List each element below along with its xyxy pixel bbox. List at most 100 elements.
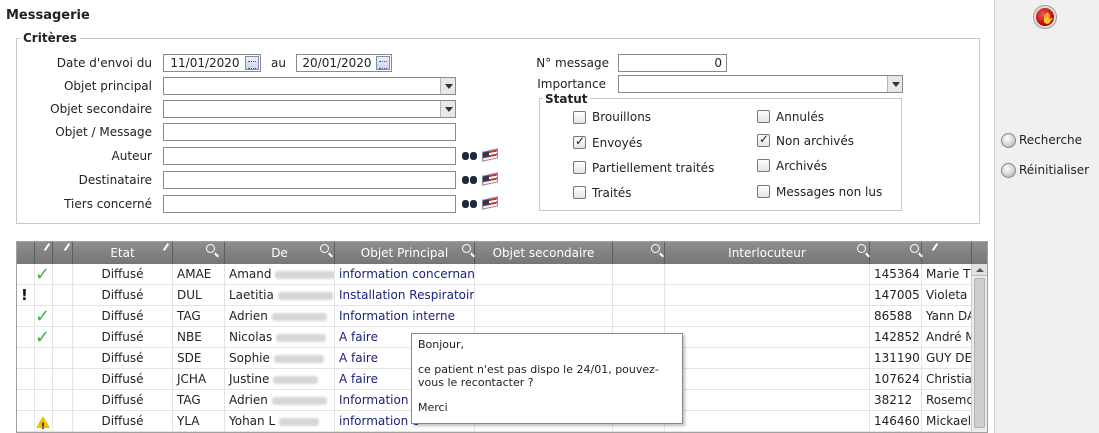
traites-checkbox[interactable]: [573, 186, 586, 199]
icon-cell: ✓: [35, 306, 53, 327]
calendar-icon[interactable]: [245, 56, 259, 70]
objet-cell[interactable]: Information interne: [335, 306, 475, 327]
tiers-cell: Yann DA: [922, 306, 972, 327]
de-cell: Justine: [225, 369, 335, 390]
date-from-value: 11/01/2020: [170, 56, 240, 70]
header-interlocuteur[interactable]: Interlocuteur: [665, 242, 870, 264]
interlocuteur-cell: [665, 348, 870, 369]
search-icon[interactable]: [320, 244, 329, 253]
interlocuteur-cell: [665, 285, 870, 306]
num-message-input[interactable]: 0: [618, 54, 727, 72]
envoyes-label: Envoyés: [592, 136, 643, 150]
importance-cell: [17, 306, 35, 327]
header-objet-secondaire-label: Objet secondaire: [492, 246, 595, 260]
header-col-icon[interactable]: [35, 242, 53, 264]
date-to-field[interactable]: 20/01/2020: [296, 54, 392, 72]
header-tiers[interactable]: [922, 242, 972, 264]
page-title: Messagerie: [6, 8, 90, 23]
code-cell: AMAE: [173, 264, 225, 285]
header-col-flag[interactable]: [53, 242, 73, 264]
objet-principal-select[interactable]: [163, 77, 456, 95]
importance-cell: [17, 390, 35, 411]
partiellement-checkbox[interactable]: [573, 161, 586, 174]
de-cell: Amand: [225, 264, 335, 285]
date-to-value: 20/01/2020: [302, 56, 372, 70]
scroll-thumb[interactable]: [974, 278, 985, 428]
header-de[interactable]: De: [225, 242, 335, 264]
etat-cell: Diffusé: [73, 306, 173, 327]
search-icon[interactable]: [462, 244, 471, 253]
binoculars-icon[interactable]: [462, 173, 478, 185]
pin-icon[interactable]: [63, 243, 71, 251]
flag-cell: [53, 327, 73, 348]
stop-hand-icon[interactable]: ✋: [1034, 6, 1056, 28]
tiers-input[interactable]: [163, 195, 456, 213]
importance-select[interactable]: [618, 75, 903, 93]
objet-cell[interactable]: information concernant: [335, 264, 475, 285]
redacted-text: [271, 312, 327, 321]
recherche-label: Recherche: [1019, 133, 1083, 147]
main-panel: Messagerie Critères Date d'envoi du 11/0…: [0, 0, 994, 433]
date-from-field[interactable]: 11/01/2020: [163, 54, 261, 72]
redacted-text: [275, 270, 334, 279]
code-cell: YLA: [173, 411, 225, 432]
code-cell: TAG: [173, 306, 225, 327]
header-code[interactable]: [173, 242, 225, 264]
search-icon[interactable]: [651, 244, 660, 253]
icon-cell: [35, 411, 53, 432]
destinataire-input[interactable]: [163, 171, 456, 189]
header-objet-principal[interactable]: Objet Principal: [335, 242, 475, 264]
pin-icon[interactable]: [43, 243, 51, 251]
pin-icon[interactable]: [162, 243, 170, 251]
chevron-down-icon[interactable]: [440, 101, 455, 117]
objet-cell[interactable]: Installation Respiratoire: [335, 285, 475, 306]
header-etat[interactable]: Etat: [73, 242, 173, 264]
annules-label: Annulés: [776, 110, 824, 124]
de-cell: Sophie: [225, 348, 335, 369]
binoculars-icon[interactable]: [462, 197, 478, 209]
header-num[interactable]: [870, 242, 922, 264]
table-row[interactable]: ✓ Diffusé TAG Adrien Information interne…: [17, 306, 972, 327]
objet-secondaire-select[interactable]: [163, 100, 456, 118]
chevron-down-icon[interactable]: [440, 78, 455, 94]
annules-checkbox[interactable]: [757, 110, 770, 123]
check-icon: ✓: [35, 306, 51, 327]
destinataire-label: Destinataire: [78, 173, 152, 187]
search-icon[interactable]: [206, 244, 215, 253]
vertical-scrollbar[interactable]: [971, 264, 987, 432]
search-icon[interactable]: [910, 244, 919, 253]
redacted-text: [271, 396, 327, 405]
archives-checkbox[interactable]: [757, 159, 770, 172]
auteur-input[interactable]: [163, 147, 456, 165]
chevron-down-icon[interactable]: [887, 76, 902, 92]
scroll-up-icon[interactable]: [972, 264, 987, 276]
objet-message-input[interactable]: [163, 123, 456, 141]
binoculars-icon[interactable]: [462, 149, 478, 161]
header-objet-secondaire[interactable]: Objet secondaire: [475, 242, 613, 264]
flag-cell: [53, 369, 73, 390]
pin-icon[interactable]: [931, 243, 939, 251]
interlocuteur-cell: [665, 411, 870, 432]
interlocuteur-cell: [665, 264, 870, 285]
redacted-text: [273, 375, 319, 384]
interlocuteur-cell: [665, 327, 870, 348]
radio-dot-icon: [1001, 163, 1016, 178]
non-archives-checkbox[interactable]: [757, 132, 770, 147]
grid-header: Etat De Objet Principal Objet secondaire…: [17, 242, 987, 264]
icon-cell: ✓: [35, 264, 53, 285]
non-lus-checkbox[interactable]: [757, 185, 770, 198]
importance-label: Importance: [537, 77, 606, 91]
statut-legend: Statut: [543, 92, 590, 106]
redacted-text: [279, 417, 320, 426]
table-row[interactable]: ! Diffusé DUL Laetitia Installation Resp…: [17, 285, 972, 306]
non-lus-label: Messages non lus: [776, 185, 883, 199]
non-archives-label: Non archivés: [776, 134, 855, 148]
header-col-x[interactable]: [613, 242, 665, 264]
header-col-importance[interactable]: [17, 242, 35, 264]
table-row[interactable]: ✓ Diffusé AMAE Amand information concern…: [17, 264, 972, 285]
search-icon[interactable]: [857, 244, 866, 253]
icon-cell: [35, 369, 53, 390]
calendar-icon[interactable]: [376, 56, 390, 70]
envoyes-checkbox[interactable]: [573, 134, 586, 149]
brouillons-checkbox[interactable]: [573, 111, 586, 124]
